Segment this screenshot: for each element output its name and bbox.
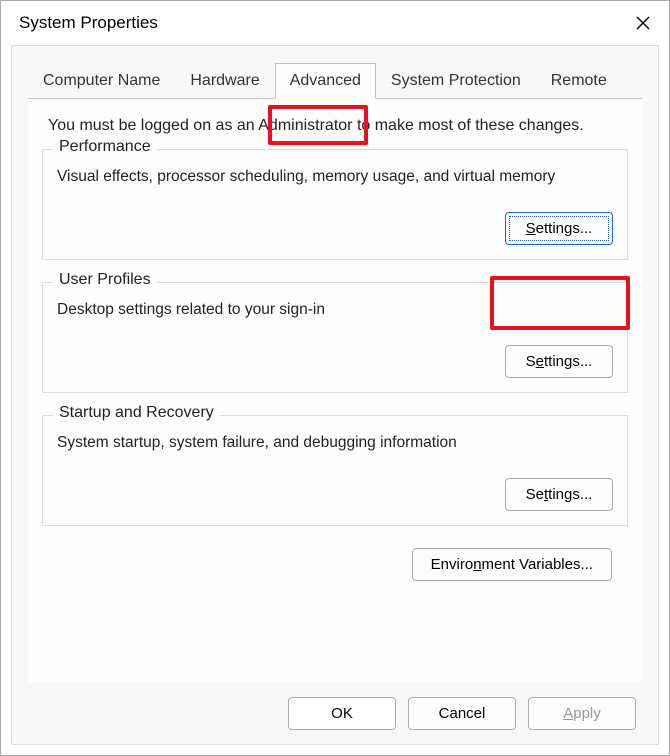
close-button[interactable] bbox=[629, 9, 657, 37]
performance-desc: Visual effects, processor scheduling, me… bbox=[57, 168, 613, 186]
titlebar: System Properties bbox=[1, 1, 669, 45]
user-profiles-settings-button[interactable]: Settings... bbox=[505, 345, 613, 378]
performance-legend: Performance bbox=[53, 138, 157, 156]
ok-button[interactable]: OK bbox=[288, 697, 396, 730]
tab-computer-name[interactable]: Computer Name bbox=[28, 63, 175, 99]
advanced-tab-pane: You must be logged on as an Administrato… bbox=[28, 98, 642, 683]
user-profiles-legend: User Profiles bbox=[53, 271, 157, 289]
tab-hardware[interactable]: Hardware bbox=[175, 63, 274, 99]
tab-remote[interactable]: Remote bbox=[536, 63, 622, 99]
content-area: Computer Name Hardware Advanced System P… bbox=[11, 45, 659, 745]
user-profiles-group: User Profiles Desktop settings related t… bbox=[42, 282, 628, 393]
system-properties-window: System Properties Computer Name Hardware… bbox=[0, 0, 670, 756]
tab-strip: Computer Name Hardware Advanced System P… bbox=[12, 52, 658, 98]
startup-recovery-legend: Startup and Recovery bbox=[53, 404, 220, 422]
cancel-button[interactable]: Cancel bbox=[408, 697, 516, 730]
window-title: System Properties bbox=[19, 13, 158, 33]
tab-system-protection[interactable]: System Protection bbox=[376, 63, 536, 99]
performance-group: Performance Visual effects, processor sc… bbox=[42, 149, 628, 260]
startup-recovery-group: Startup and Recovery System startup, sys… bbox=[42, 415, 628, 526]
dialog-buttons: OK Cancel Apply bbox=[12, 683, 658, 744]
admin-notice: You must be logged on as an Administrato… bbox=[48, 117, 630, 135]
environment-variables-button[interactable]: Environment Variables... bbox=[412, 548, 612, 581]
tab-advanced[interactable]: Advanced bbox=[275, 63, 376, 99]
startup-recovery-settings-button[interactable]: Settings... bbox=[505, 478, 613, 511]
user-profiles-desc: Desktop settings related to your sign-in bbox=[57, 301, 613, 319]
startup-recovery-desc: System startup, system failure, and debu… bbox=[57, 434, 613, 452]
performance-settings-button[interactable]: Settings... bbox=[505, 212, 613, 245]
close-icon bbox=[635, 15, 651, 31]
apply-button[interactable]: Apply bbox=[528, 697, 636, 730]
